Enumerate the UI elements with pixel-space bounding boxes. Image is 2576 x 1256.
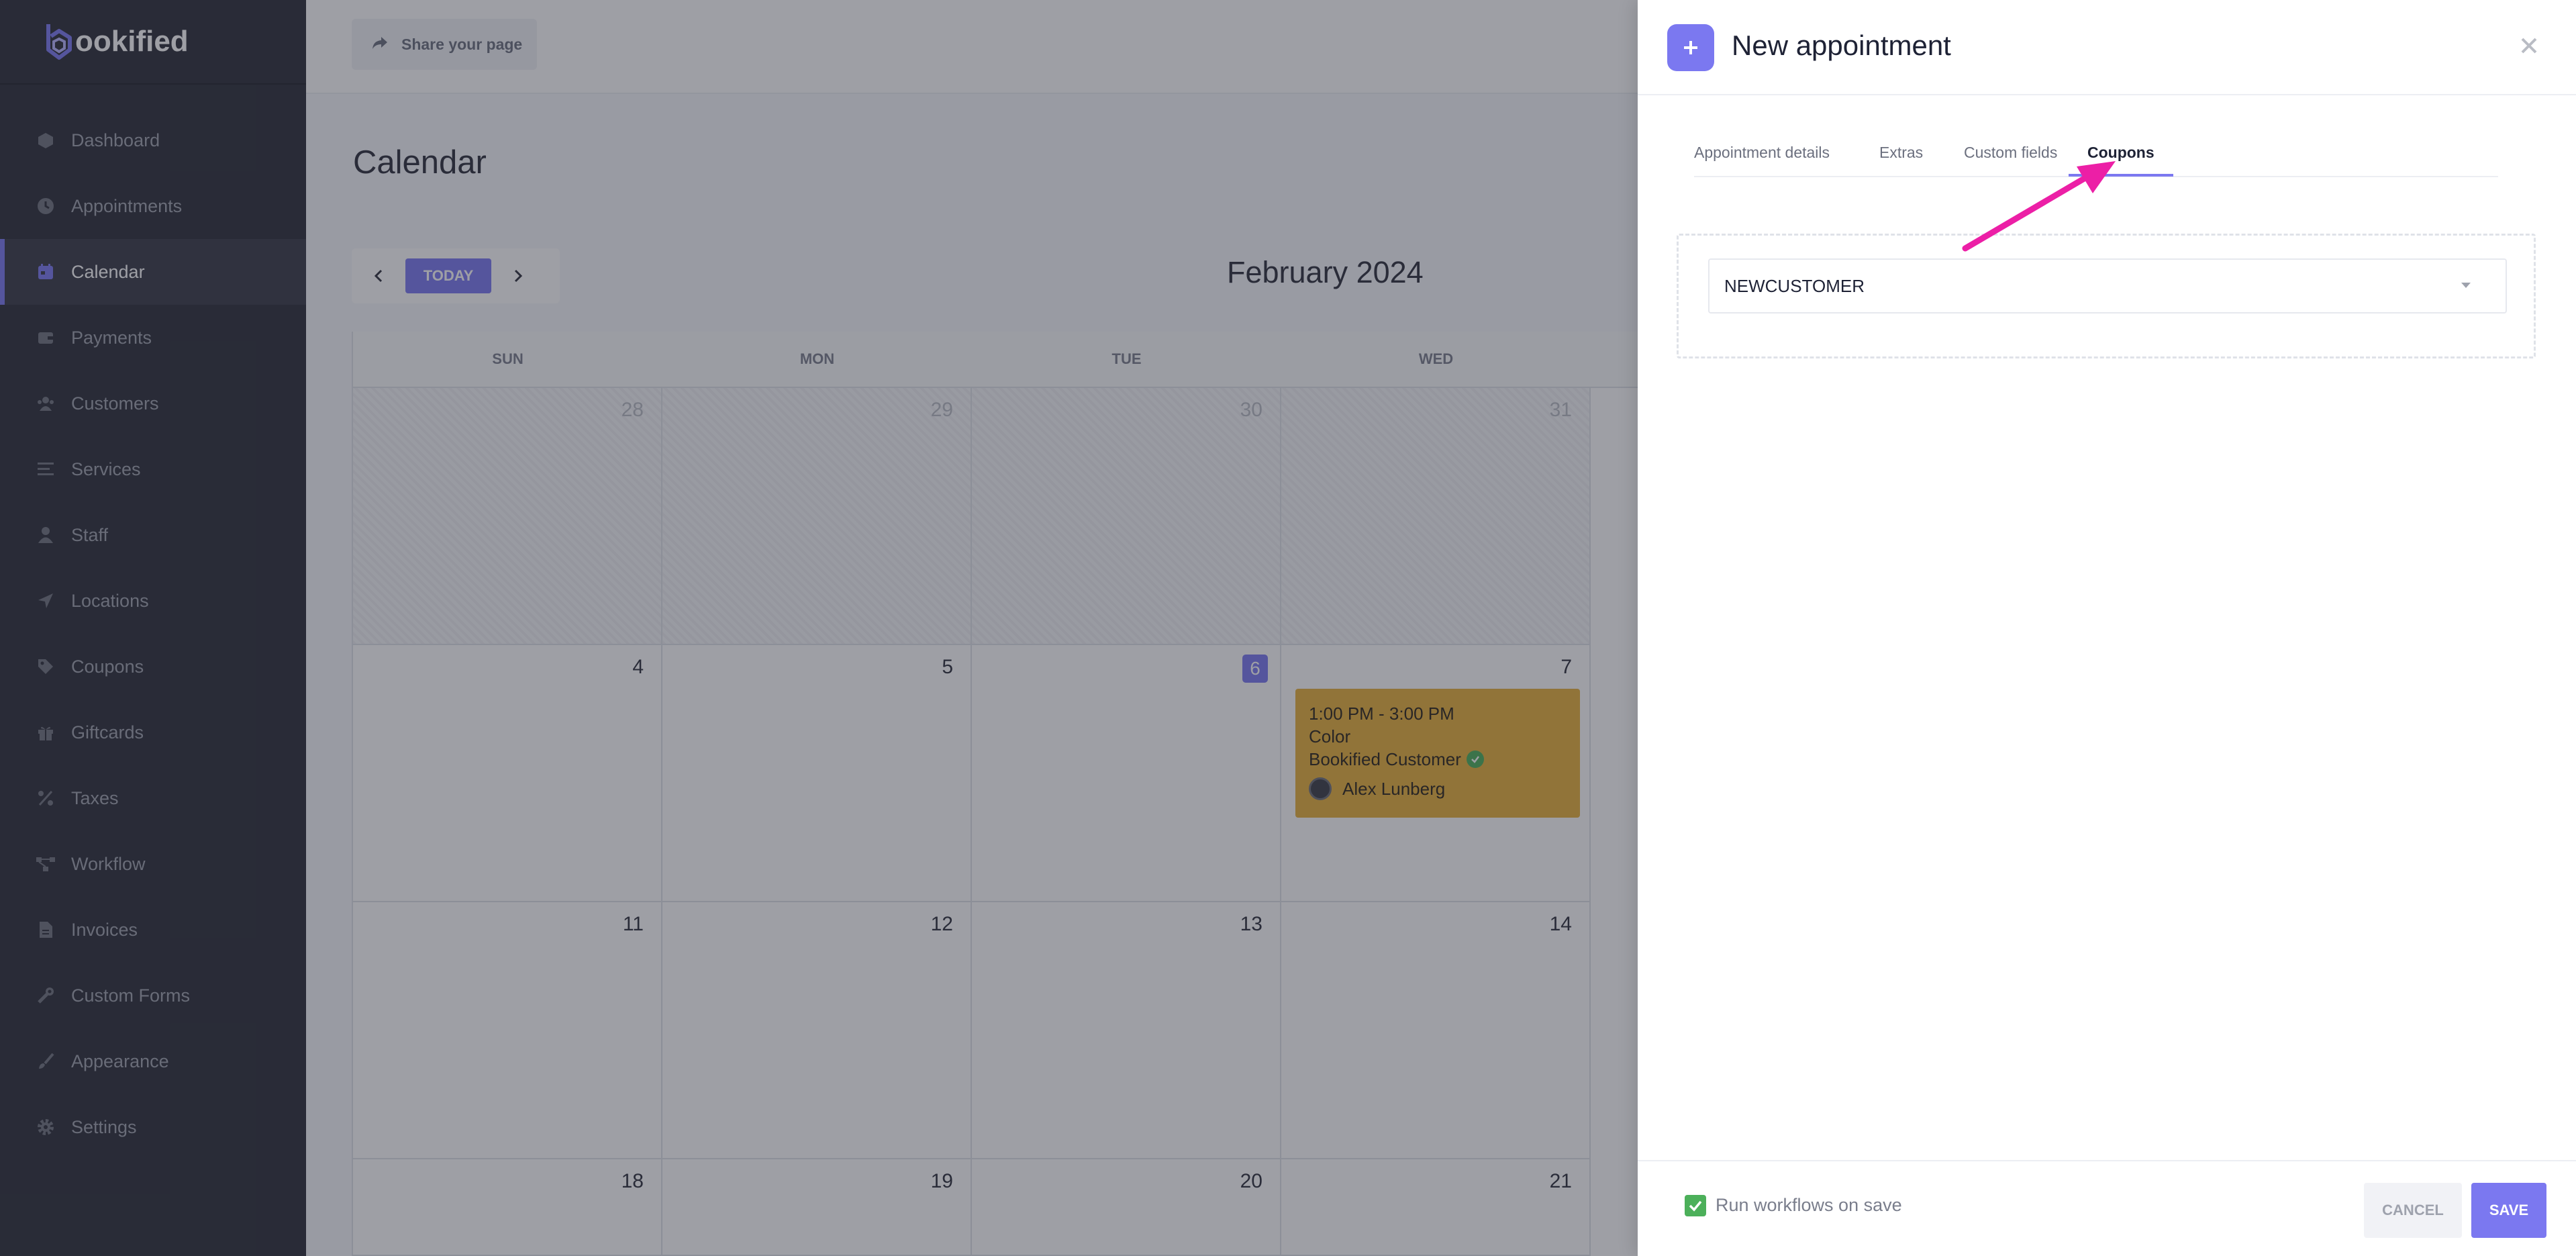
run-workflows-checkbox[interactable] [1685,1195,1706,1216]
drawer-footer: Run workflows on save CANCEL SAVE [1638,1160,2576,1256]
modal-backdrop[interactable] [0,0,1638,1256]
checkmark-icon [1689,1200,1702,1212]
drawer-tabs: Appointment details Extras Custom fields… [1694,130,2498,177]
new-appointment-drawer: New appointment Appointment details Extr… [1638,0,2576,1256]
plus-icon [1667,24,1714,71]
coupon-select-value: NEWCUSTOMER [1724,275,1865,296]
caret-down-icon [2461,283,2471,288]
run-workflows-label[interactable]: Run workflows on save [1716,1195,1902,1216]
cancel-button[interactable]: CANCEL [2364,1183,2462,1238]
coupon-select[interactable]: NEWCUSTOMER [1708,258,2507,313]
coupon-section: NEWCUSTOMER [1677,234,2536,358]
save-button[interactable]: SAVE [2471,1183,2546,1238]
tab-coupons[interactable]: Coupons [2069,144,2173,177]
close-button[interactable] [2517,34,2541,58]
close-icon [2521,38,2537,54]
tab-custom-fields[interactable]: Custom fields [1964,144,2057,174]
tab-extras[interactable]: Extras [1879,144,1923,174]
tab-appointment-details[interactable]: Appointment details [1694,144,1830,174]
drawer-header: New appointment [1638,0,2576,95]
drawer-title: New appointment [1732,30,1951,61]
